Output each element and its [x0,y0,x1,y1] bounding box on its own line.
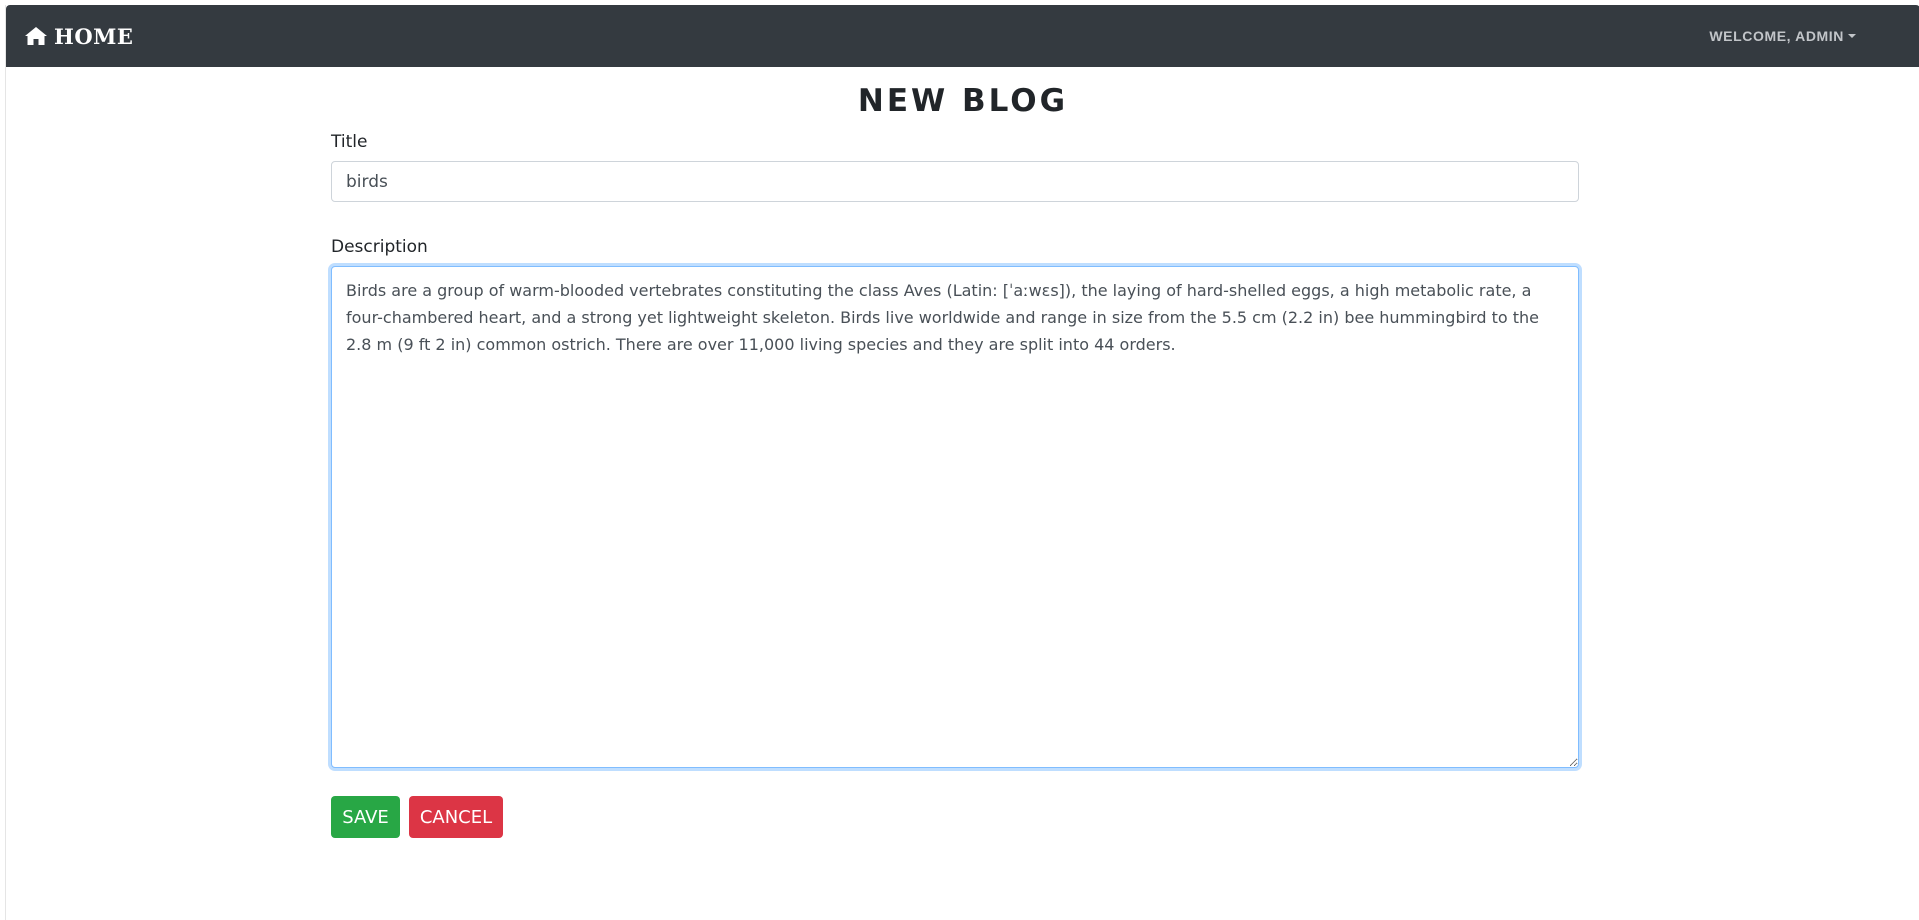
page-title: NEW BLOG [857,83,1069,119]
save-button[interactable]: SAVE [331,796,400,838]
title-label: Title [331,132,368,152]
description-textarea[interactable]: Birds are a group of warm-blooded verteb… [331,266,1579,768]
title-input[interactable] [331,161,1579,202]
top-navbar: HOME WELCOME, ADMIN [6,5,1919,67]
cancel-button[interactable]: CANCEL [409,796,503,838]
home-icon [24,26,48,46]
chevron-down-icon [1848,34,1856,38]
home-link[interactable]: HOME [24,24,133,49]
user-menu-dropdown[interactable]: WELCOME, ADMIN [1709,28,1856,44]
description-label: Description [331,237,428,257]
home-label: HOME [54,23,134,49]
user-menu-label: WELCOME, ADMIN [1709,28,1844,44]
